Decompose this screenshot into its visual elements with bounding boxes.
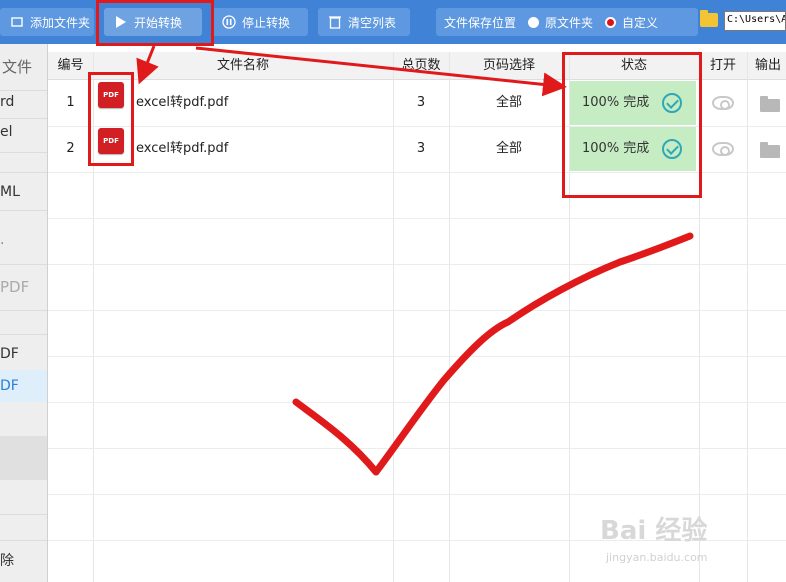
watermark-logo: Bai 经验 (600, 516, 708, 546)
watermark-url: jingyan.baidu.com (606, 551, 708, 564)
annotation-drawing (136, 45, 694, 476)
arrow-to-status (195, 46, 567, 97)
arrow-to-icons (136, 45, 159, 85)
checkmark-drawing (292, 232, 694, 476)
